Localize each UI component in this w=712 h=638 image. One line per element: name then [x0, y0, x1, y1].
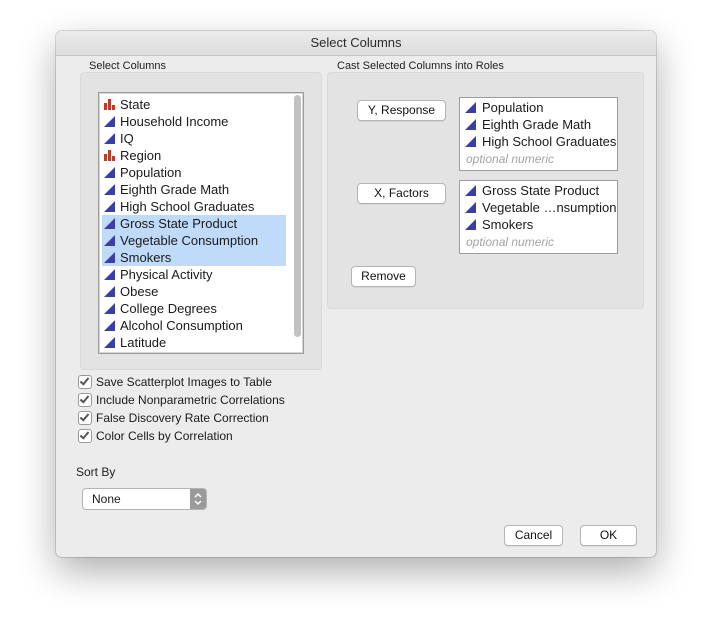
column-item[interactable]: Smokers [102, 249, 286, 266]
column-item-label: College Degrees [120, 301, 217, 316]
checkbox[interactable] [78, 375, 92, 389]
column-item[interactable]: High School Graduates [102, 198, 286, 215]
checkbox[interactable] [78, 393, 92, 407]
y-role-item-label: Eighth Grade Math [482, 117, 592, 132]
column-item-label: State [120, 97, 151, 112]
column-item[interactable]: Eighth Grade Math [102, 181, 286, 198]
x-role-list[interactable]: Gross State Product Vegetable …nsumption S… [459, 180, 618, 254]
column-item[interactable]: Gross State Product [102, 215, 286, 232]
sort-by-value: None [92, 492, 121, 506]
column-item-label: Smokers [120, 250, 172, 265]
x-factors-button[interactable]: X, Factors [357, 183, 446, 204]
checkbox[interactable] [78, 411, 92, 425]
column-item-label: Eighth Grade Math [120, 182, 230, 197]
x-role-item[interactable]: Smokers [463, 216, 617, 233]
y-role-item[interactable]: Eighth Grade Math [463, 116, 617, 133]
ok-button[interactable]: OK [580, 525, 637, 546]
column-item[interactable]: Population [102, 164, 286, 181]
remove-button[interactable]: Remove [351, 266, 416, 287]
column-item-label: Latitude [120, 335, 167, 350]
column-item-label: High School Graduates [120, 199, 255, 214]
y-role-list[interactable]: Population Eighth Grade Math High School G… [459, 97, 618, 171]
column-item[interactable]: Latitude [102, 334, 286, 351]
column-item-label: IQ [120, 131, 134, 146]
select-columns-dialog: Select Columns Select Columns State House… [56, 31, 656, 557]
y-role-item-label: Population [482, 100, 544, 115]
column-item-label: Obese [120, 284, 159, 299]
option-label: False Discovery Rate Correction [96, 411, 269, 425]
column-item[interactable]: Physical Activity [102, 266, 286, 283]
sort-by-select[interactable]: None [82, 488, 207, 510]
x-role-item[interactable]: Vegetable …nsumption [463, 199, 617, 216]
checkbox[interactable] [78, 429, 92, 443]
column-item-label: Alcohol Consumption [120, 318, 243, 333]
sort-by-label: Sort By [76, 465, 116, 479]
option-label: Color Cells by Correlation [96, 429, 233, 443]
x-role-item-label: Vegetable …nsumption [482, 200, 617, 215]
column-item-label: Gross State Product [120, 216, 238, 231]
column-list-scrollbar[interactable] [294, 95, 301, 351]
column-item-label: Household Income [120, 114, 229, 129]
select-columns-label: Select Columns [89, 60, 167, 72]
x-role-item-label: Smokers [482, 217, 534, 232]
option-label: Save Scatterplot Images to Table [96, 375, 272, 389]
cancel-button[interactable]: Cancel [504, 525, 563, 546]
y-role-item[interactable]: Population [463, 99, 617, 116]
column-item[interactable]: College Degrees [102, 300, 286, 317]
y-role-item-label: High School Graduates [482, 134, 617, 149]
scroll-thumb[interactable] [294, 95, 301, 337]
x-role-item-label: Gross State Product [482, 183, 600, 198]
column-list[interactable]: State Household Income IQ Region Population E… [98, 92, 304, 354]
y-response-button[interactable]: Y, Response [357, 100, 446, 121]
option-label: Include Nonparametric Correlations [96, 393, 285, 407]
column-item[interactable]: Obese [102, 283, 286, 300]
column-item[interactable]: Alcohol Consumption [102, 317, 286, 334]
roles-label: Cast Selected Columns into Roles [337, 60, 504, 72]
updown-chevron-icon [190, 489, 206, 509]
x-role-item[interactable]: Gross State Product [463, 182, 617, 199]
column-item-label: Region [120, 148, 162, 163]
column-item-label: Physical Activity [120, 267, 213, 282]
column-item[interactable]: IQ [102, 130, 286, 147]
column-item[interactable]: State [102, 96, 286, 113]
column-item-label: Population [120, 165, 182, 180]
window-title: Select Columns [56, 31, 656, 56]
y-role-item[interactable]: High School Graduates [463, 133, 617, 150]
column-item[interactable]: Vegetable Consumption [102, 232, 286, 249]
column-item[interactable]: Region [102, 147, 286, 164]
column-item[interactable]: Household Income [102, 113, 286, 130]
column-item-label: Vegetable Consumption [120, 233, 259, 248]
y-role-placeholder: optional numeric [466, 152, 555, 166]
x-role-placeholder: optional numeric [466, 235, 555, 249]
